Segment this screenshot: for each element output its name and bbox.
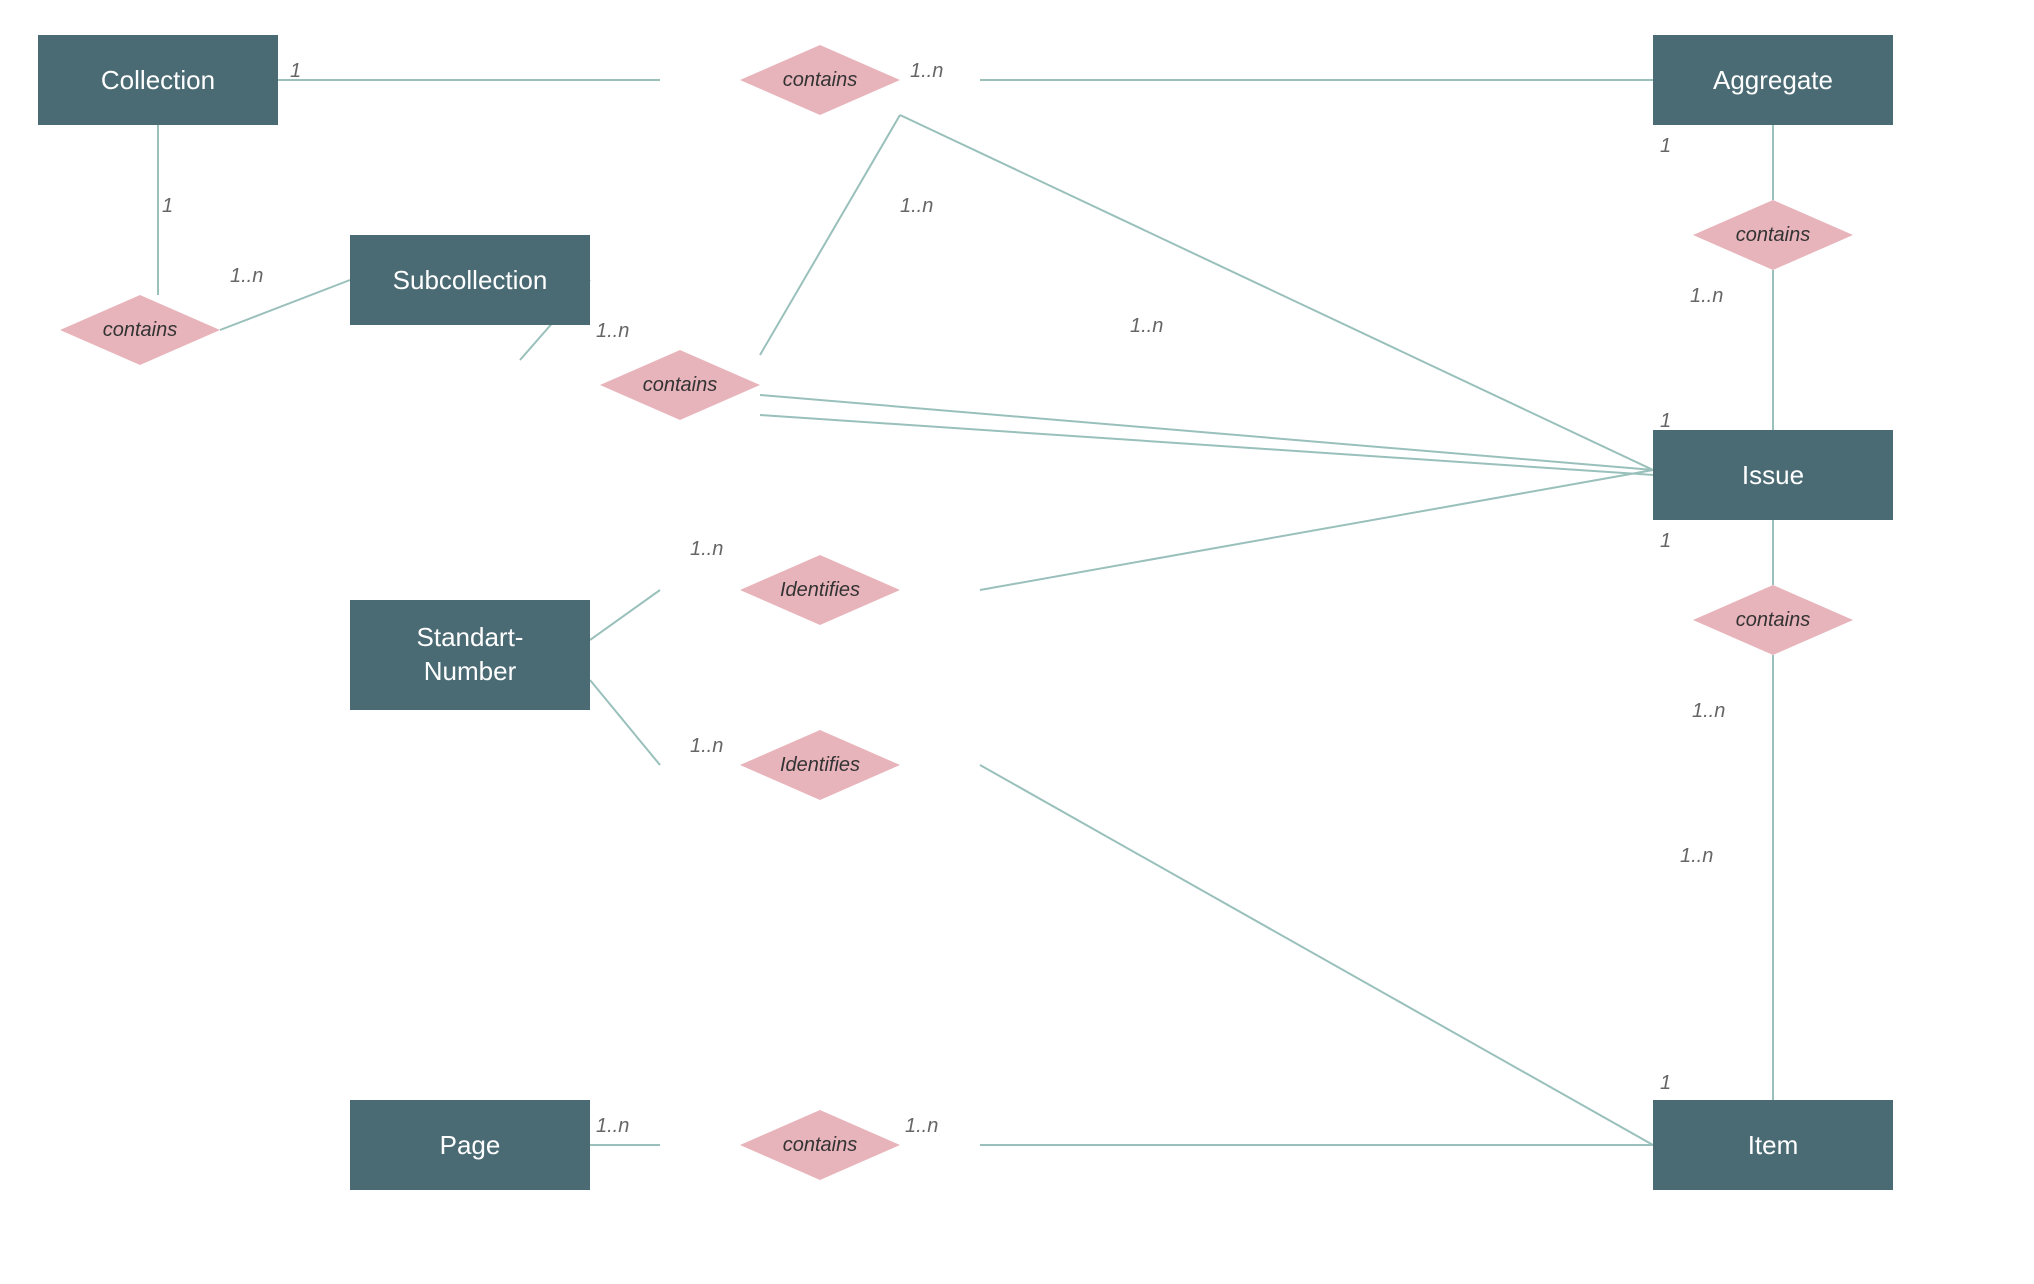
entity-page: Page xyxy=(350,1100,590,1190)
entity-aggregate: Aggregate xyxy=(1653,35,1893,125)
diamond-contains-left: contains xyxy=(60,295,220,365)
entity-standart-number: Standart- Number xyxy=(350,600,590,710)
diamond-contains-mid: contains xyxy=(600,350,760,420)
card-4: 1..n xyxy=(230,265,263,288)
card-11: 1 xyxy=(1660,530,1671,553)
card-10: 1 xyxy=(1660,410,1671,433)
card-18: 1..n xyxy=(1680,845,1713,868)
entity-collection: Collection xyxy=(38,35,278,125)
card-16: 1..n xyxy=(905,1115,938,1138)
card-13: 1..n xyxy=(690,538,723,561)
card-6: 1..n xyxy=(900,195,933,218)
card-17: 1 xyxy=(1660,1072,1671,1095)
diamond-identifies-bot: Identifies xyxy=(740,730,900,800)
card-5: 1..n xyxy=(596,320,629,343)
card-3: 1 xyxy=(162,195,173,218)
card-12: 1..n xyxy=(1692,700,1725,723)
diamond-contains-issue: contains xyxy=(1693,585,1853,655)
entity-item: Item xyxy=(1653,1100,1893,1190)
card-9: 1..n xyxy=(1690,285,1723,308)
diamond-identifies-top: Identifies xyxy=(740,555,900,625)
diamond-contains-aggregate: contains xyxy=(1693,200,1853,270)
diamond-contains-page: contains xyxy=(740,1110,900,1180)
entity-subcollection: Subcollection xyxy=(350,235,590,325)
card-15: 1..n xyxy=(596,1115,629,1138)
card-7: 1..n xyxy=(1130,315,1163,338)
card-2: 1..n xyxy=(910,60,943,83)
card-1: 1 xyxy=(290,60,301,83)
diamond-contains-top: contains xyxy=(740,45,900,115)
card-8: 1 xyxy=(1660,135,1671,158)
entity-issue: Issue xyxy=(1653,430,1893,520)
card-14: 1..n xyxy=(690,735,723,758)
